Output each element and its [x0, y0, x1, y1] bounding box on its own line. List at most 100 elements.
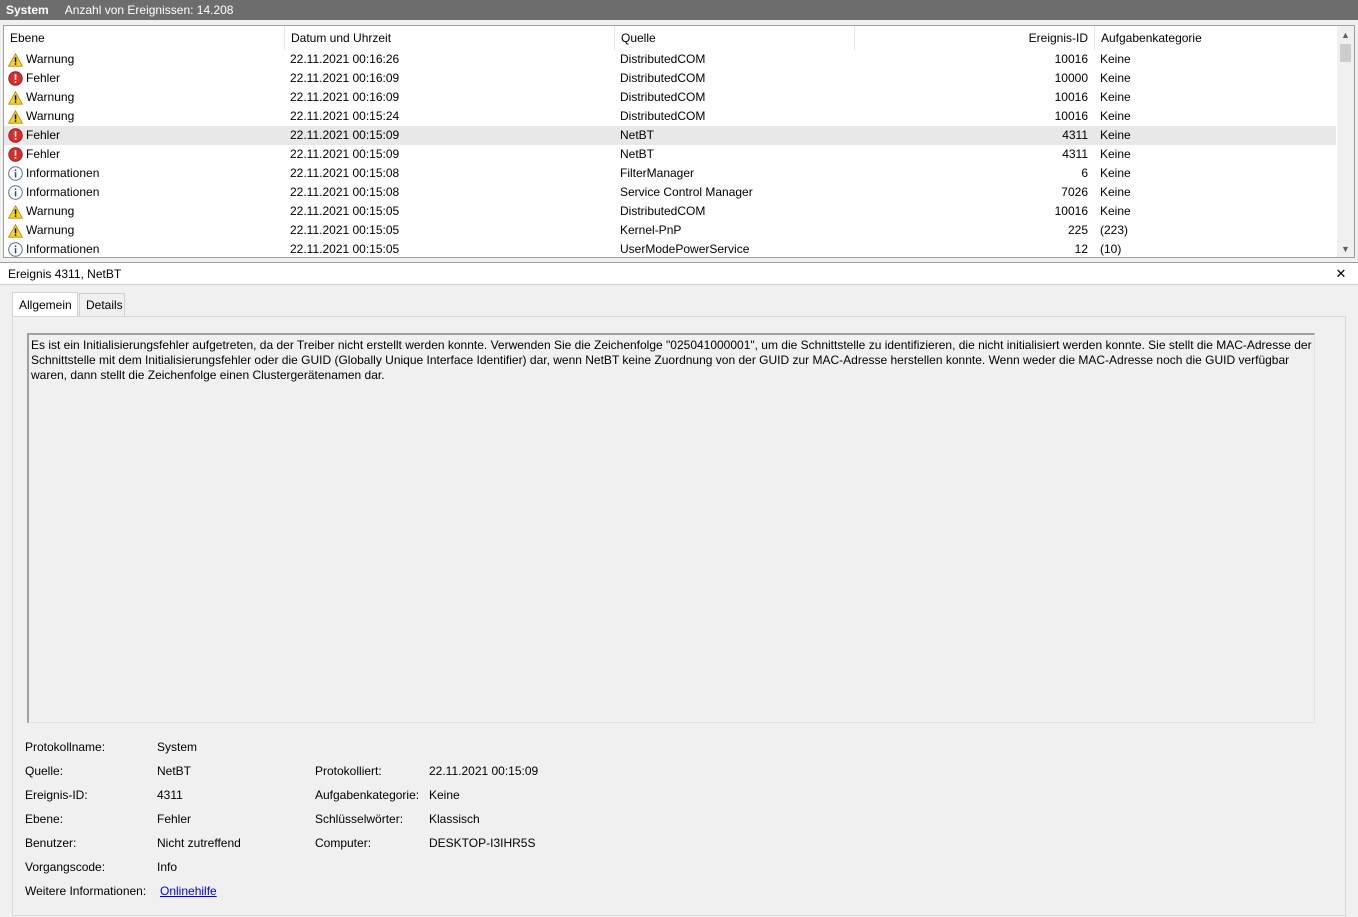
event-category: Keine [1100, 128, 1131, 142]
error-icon [8, 147, 23, 162]
event-id: 12 [1074, 242, 1088, 256]
event-date: 22.11.2021 00:15:24 [290, 109, 400, 123]
scroll-down-arrow-icon[interactable]: ▼ [1337, 240, 1354, 257]
event-row[interactable]: Warnung 22.11.2021 00:15:05 Kernel-PnP 225 (… [4, 221, 1336, 240]
event-row[interactable]: Warnung 22.11.2021 00:15:05 DistributedCOM… [4, 202, 1336, 221]
label-weitere-informationen: Weitere Informationen: [25, 884, 147, 898]
scroll-thumb[interactable] [1340, 44, 1351, 62]
event-id: 10000 [1054, 71, 1088, 85]
warning-icon [8, 204, 23, 219]
event-level: Fehler [26, 71, 61, 85]
value-ebene: Fehler [157, 812, 192, 826]
event-source: Kernel-PnP [620, 223, 682, 237]
event-category: (10) [1100, 242, 1122, 256]
event-level: Fehler [26, 128, 61, 142]
event-category: Keine [1100, 71, 1131, 85]
tab-allgemein[interactable]: Allgemein [12, 292, 78, 317]
event-date: 22.11.2021 00:15:08 [290, 185, 400, 199]
event-date: 22.11.2021 00:15:09 [290, 128, 400, 142]
value-quelle: NetBT [157, 764, 192, 778]
event-category: Keine [1100, 109, 1131, 123]
event-level-cell: Fehler [8, 69, 60, 88]
event-date: 22.11.2021 00:15:05 [290, 223, 400, 237]
value-aufgabenkategorie: Keine [429, 788, 460, 802]
event-level: Informationen [26, 242, 100, 256]
event-category: Keine [1100, 52, 1131, 66]
event-detail-title: Ereignis 4311, NetBT ✕ [0, 263, 1358, 285]
label-vorgangscode: Vorgangscode: [25, 860, 106, 874]
label-quelle: Quelle: [25, 764, 64, 778]
value-vorgangscode: Info [157, 860, 178, 874]
event-category: Keine [1100, 204, 1131, 218]
event-row[interactable]: Informationen 22.11.2021 00:15:05 UserMode… [4, 240, 1336, 257]
event-row[interactable]: Fehler 22.11.2021 00:16:09 DistributedCOM 1… [4, 69, 1336, 88]
column-header-category[interactable]: Aufgabenkategorie [1095, 26, 1340, 50]
event-row[interactable]: Fehler 22.11.2021 00:15:09 NetBT 4311 Keine [4, 145, 1336, 164]
event-id: 10016 [1054, 204, 1088, 218]
event-id: 4311 [1062, 128, 1088, 142]
label-schluesselwoerter: Schlüsselwörter: [315, 812, 404, 826]
tab-details[interactable]: Details [79, 293, 125, 317]
event-source: DistributedCOM [620, 90, 706, 104]
column-header-level[interactable]: Ebene [4, 26, 285, 50]
event-id: 10016 [1054, 90, 1088, 104]
event-row[interactable]: Warnung 22.11.2021 00:15:24 DistributedCOM… [4, 107, 1336, 126]
event-row[interactable]: Fehler 22.11.2021 00:15:09 NetBT 4311 Keine [4, 126, 1336, 145]
column-header-source[interactable]: Quelle [615, 26, 855, 50]
onlinehilfe-link[interactable]: Onlinehilfe [160, 884, 217, 898]
info-icon [8, 242, 23, 257]
label-protokolliert: Protokolliert: [315, 764, 382, 778]
label-protokollname: Protokollname: [25, 740, 106, 754]
event-level-cell: Warnung [8, 202, 74, 221]
scroll-up-arrow-icon[interactable]: ▲ [1337, 26, 1354, 43]
value-ereignis-id: 4311 [157, 788, 183, 802]
tab-content-allgemein: Es ist ein Initialisierungsfehler aufget… [12, 316, 1346, 916]
warning-icon [8, 109, 23, 124]
label-aufgabenkategorie: Aufgabenkategorie: [315, 788, 420, 802]
event-level: Warnung [26, 90, 75, 104]
label-benutzer: Benutzer: [25, 836, 77, 850]
event-date: 22.11.2021 00:15:09 [290, 147, 400, 161]
event-source: DistributedCOM [620, 204, 706, 218]
event-description[interactable]: Es ist ein Initialisierungsfehler aufget… [27, 333, 1315, 723]
event-detail-pane: Ereignis 4311, NetBT ✕ Allgemein Details… [0, 262, 1358, 917]
event-level-cell: Fehler [8, 126, 60, 145]
event-row[interactable]: Informationen 22.11.2021 00:15:08 Service … [4, 183, 1336, 202]
event-row[interactable]: Warnung 22.11.2021 00:16:09 DistributedCOM… [4, 88, 1336, 107]
event-category: Keine [1100, 166, 1131, 180]
event-date: 22.11.2021 00:15:08 [290, 166, 400, 180]
event-level-cell: Fehler [8, 145, 60, 164]
label-ebene: Ebene: [25, 812, 64, 826]
event-id: 7026 [1061, 185, 1088, 199]
value-computer: DESKTOP-I3IHR5S [429, 836, 536, 850]
info-icon [8, 185, 23, 200]
event-level-cell: Warnung [8, 107, 74, 126]
event-date: 22.11.2021 00:15:05 [290, 242, 400, 256]
event-category: (223) [1100, 223, 1129, 237]
event-level: Warnung [26, 52, 75, 66]
warning-icon [8, 223, 23, 238]
event-category: Keine [1100, 185, 1131, 199]
event-id: 6 [1081, 166, 1088, 180]
value-protokolliert: 22.11.2021 00:15:09 [429, 764, 539, 778]
label-ereignis-id: Ereignis-ID: [25, 788, 88, 802]
event-detail-title-text: Ereignis 4311, NetBT [8, 267, 122, 281]
event-count: Anzahl von Ereignissen: 14.208 [64, 3, 234, 17]
error-icon [8, 128, 23, 143]
event-source: NetBT [620, 147, 655, 161]
event-level: Warnung [26, 223, 75, 237]
event-level-cell: Warnung [8, 88, 74, 107]
column-header-date[interactable]: Datum und Uhrzeit [285, 26, 615, 50]
event-date: 22.11.2021 00:16:26 [290, 52, 400, 66]
close-icon[interactable]: ✕ [1334, 265, 1348, 283]
event-source: DistributedCOM [620, 52, 706, 66]
event-list-scrollbar[interactable]: ▲ ▼ [1337, 26, 1354, 257]
event-level-cell: Informationen [8, 240, 100, 257]
column-header-event-id[interactable]: Ereignis-ID [855, 26, 1095, 50]
event-row[interactable]: Informationen 22.11.2021 00:15:08 FilterMa… [4, 164, 1336, 183]
event-date: 22.11.2021 00:16:09 [290, 90, 400, 104]
log-name: System [6, 3, 49, 17]
event-row[interactable]: Warnung 22.11.2021 00:16:26 DistributedCOM… [4, 50, 1336, 69]
event-list[interactable]: Ebene Datum und Uhrzeit Quelle Ereignis-… [3, 25, 1355, 258]
event-list-header: Ebene Datum und Uhrzeit Quelle Ereignis-… [4, 26, 1340, 50]
